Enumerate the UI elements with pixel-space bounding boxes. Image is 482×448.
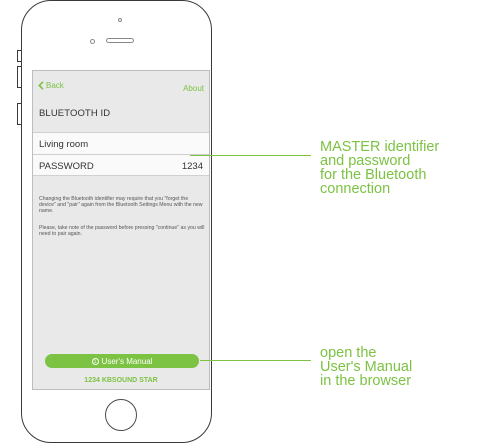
password-field[interactable]: PASSWORD 1234	[33, 154, 209, 176]
nav-bar: Back About	[33, 71, 209, 101]
callout-line-text: User's Manual	[320, 359, 413, 375]
users-manual-button[interactable]: i User's Manual	[45, 354, 199, 368]
info-text-forget-device: Changing the Bluetooth identifier may re…	[39, 196, 203, 215]
phone-speaker-slot	[106, 38, 134, 43]
info-text-password-note: Please, take note of the password before…	[39, 225, 205, 238]
password-label: PASSWORD	[39, 161, 94, 172]
callout-line-identifier	[190, 155, 311, 156]
phone-sensor-dot	[90, 39, 95, 44]
password-value: 1234	[181, 161, 203, 172]
phone-camera-dot	[118, 18, 122, 22]
back-button[interactable]: Back	[38, 81, 64, 90]
callout-manual-text: open the User's Manual in the browser	[320, 345, 413, 389]
users-manual-label: User's Manual	[101, 356, 153, 366]
device-name: 1234 KBSOUND STAR	[84, 377, 158, 384]
about-link[interactable]: About	[183, 84, 204, 93]
callout-line-text: MASTER identifier	[320, 139, 440, 155]
callout-line-text: open the	[320, 345, 377, 361]
callout-line-manual	[200, 360, 311, 361]
callout-line-text: connection	[320, 181, 391, 197]
callout-line-text: in the browser	[320, 373, 412, 389]
chevron-left-icon	[38, 81, 44, 90]
section-title: BLUETOOTH ID	[39, 108, 111, 119]
back-label: Back	[46, 81, 64, 90]
callout-identifier-text: MASTER identifier and password for the B…	[320, 139, 440, 197]
app-screen: Back About BLUETOOTH ID Living room PASS…	[32, 70, 210, 390]
identifier-value: Living room	[39, 139, 89, 150]
phone-home-button[interactable]	[105, 399, 137, 431]
callout-line-text: and password	[320, 153, 411, 169]
callout-line-text: for the Bluetooth	[320, 167, 427, 183]
identifier-field[interactable]: Living room	[33, 132, 209, 154]
info-icon: i	[91, 357, 99, 365]
